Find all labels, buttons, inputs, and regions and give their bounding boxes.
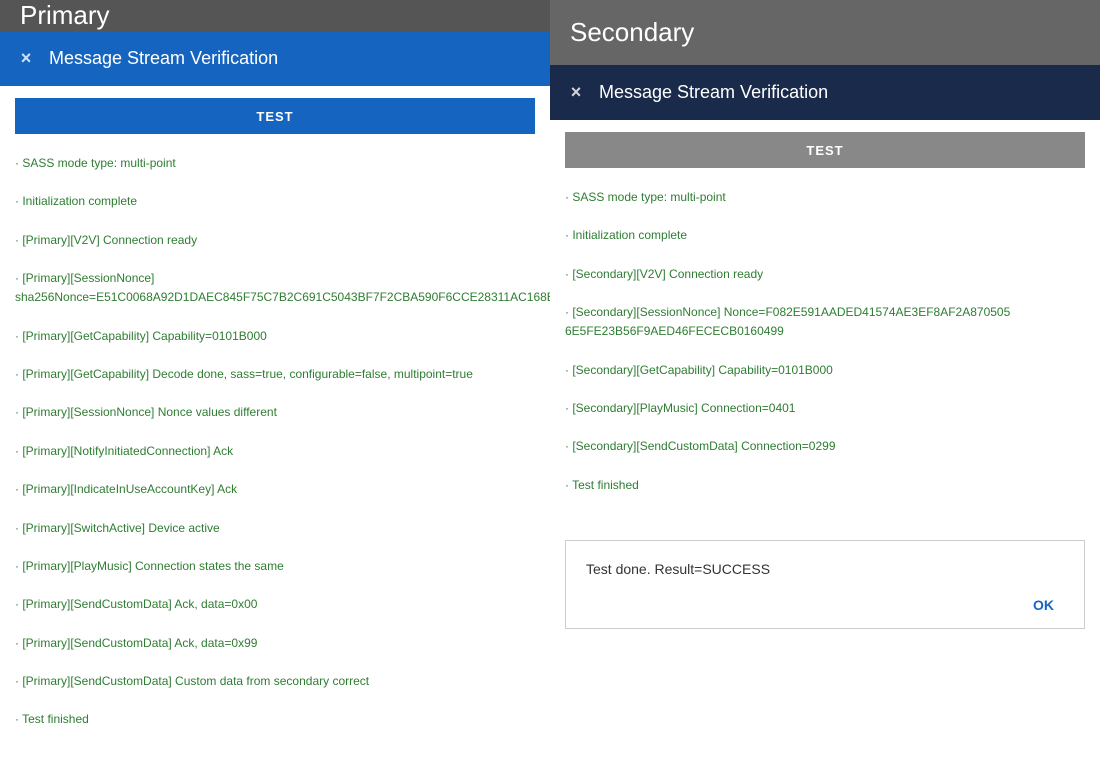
primary-close-button[interactable]: × bbox=[15, 48, 37, 70]
secondary-dialog-title: Message Stream Verification bbox=[599, 82, 828, 103]
primary-header: Primary bbox=[0, 0, 550, 31]
log-line: · Initialization complete bbox=[565, 226, 1085, 245]
log-line: · [Secondary][SendCustomData] Connection… bbox=[565, 437, 1085, 456]
primary-dialog-titlebar: × Message Stream Verification bbox=[0, 31, 550, 86]
log-line: · [Secondary][V2V] Connection ready bbox=[565, 265, 1085, 284]
primary-test-button[interactable]: TEST bbox=[15, 98, 535, 134]
secondary-panel: Secondary × Message Stream Verification … bbox=[550, 0, 1100, 639]
log-line: · [Secondary][PlayMusic] Connection=0401 bbox=[565, 399, 1085, 418]
result-dialog: Test done. Result=SUCCESS OK bbox=[565, 540, 1085, 629]
log-line: · [Primary][IndicateInUseAccountKey] Ack bbox=[15, 480, 535, 499]
secondary-dialog: × Message Stream Verification TEST · SAS… bbox=[550, 65, 1100, 639]
primary-log: · SASS mode type: multi-point · Initializ… bbox=[0, 146, 550, 757]
log-line: · [Primary][NotifyInitiatedConnection] A… bbox=[15, 442, 535, 461]
log-line: · [Secondary][GetCapability] Capability=… bbox=[565, 361, 1085, 380]
result-ok-container: OK bbox=[586, 592, 1064, 618]
result-ok-button[interactable]: OK bbox=[1023, 592, 1064, 618]
primary-panel: Primary × Message Stream Verification TE… bbox=[0, 0, 550, 639]
log-line: · [Primary][GetCapability] Decode done, … bbox=[15, 365, 535, 384]
log-line: · Test finished bbox=[15, 710, 535, 729]
log-line: · [Primary][SendCustomData] Ack, data=0x… bbox=[15, 634, 535, 653]
log-line: · [Primary][SendCustomData] Custom data … bbox=[15, 672, 535, 691]
primary-title: Primary bbox=[20, 0, 110, 31]
log-line: · Test finished bbox=[565, 476, 1085, 495]
primary-dialog-area: × Message Stream Verification TEST · SAS… bbox=[0, 31, 550, 757]
log-line: · [Secondary][SessionNonce] Nonce=F082E5… bbox=[565, 303, 1085, 341]
secondary-dialog-titlebar: × Message Stream Verification bbox=[550, 65, 1100, 120]
log-line: · [Primary][SessionNonce] sha256Nonce=E5… bbox=[15, 269, 535, 307]
log-line: · Initialization complete bbox=[15, 192, 535, 211]
log-line: · [Primary][SwitchActive] Device active bbox=[15, 519, 535, 538]
secondary-close-button[interactable]: × bbox=[565, 82, 587, 104]
secondary-header: Secondary bbox=[550, 0, 1100, 65]
log-line: · [Primary][SendCustomData] Ack, data=0x… bbox=[15, 595, 535, 614]
log-line: · [Primary][GetCapability] Capability=01… bbox=[15, 327, 535, 346]
primary-dialog: × Message Stream Verification TEST · SAS… bbox=[0, 31, 550, 757]
secondary-test-button[interactable]: TEST bbox=[565, 132, 1085, 168]
secondary-title: Secondary bbox=[570, 17, 694, 48]
secondary-dialog-area: × Message Stream Verification TEST · SAS… bbox=[550, 65, 1100, 639]
log-line: · [Primary][V2V] Connection ready bbox=[15, 231, 535, 250]
result-text: Test done. Result=SUCCESS bbox=[586, 561, 1064, 577]
log-line: · SASS mode type: multi-point bbox=[565, 188, 1085, 207]
log-line: · SASS mode type: multi-point bbox=[15, 154, 535, 173]
log-line: · [Primary][PlayMusic] Connection states… bbox=[15, 557, 535, 576]
secondary-log: · SASS mode type: multi-point · Initializ… bbox=[550, 180, 1100, 530]
primary-dialog-title: Message Stream Verification bbox=[49, 48, 278, 69]
log-line: · [Primary][SessionNonce] Nonce values d… bbox=[15, 403, 535, 422]
